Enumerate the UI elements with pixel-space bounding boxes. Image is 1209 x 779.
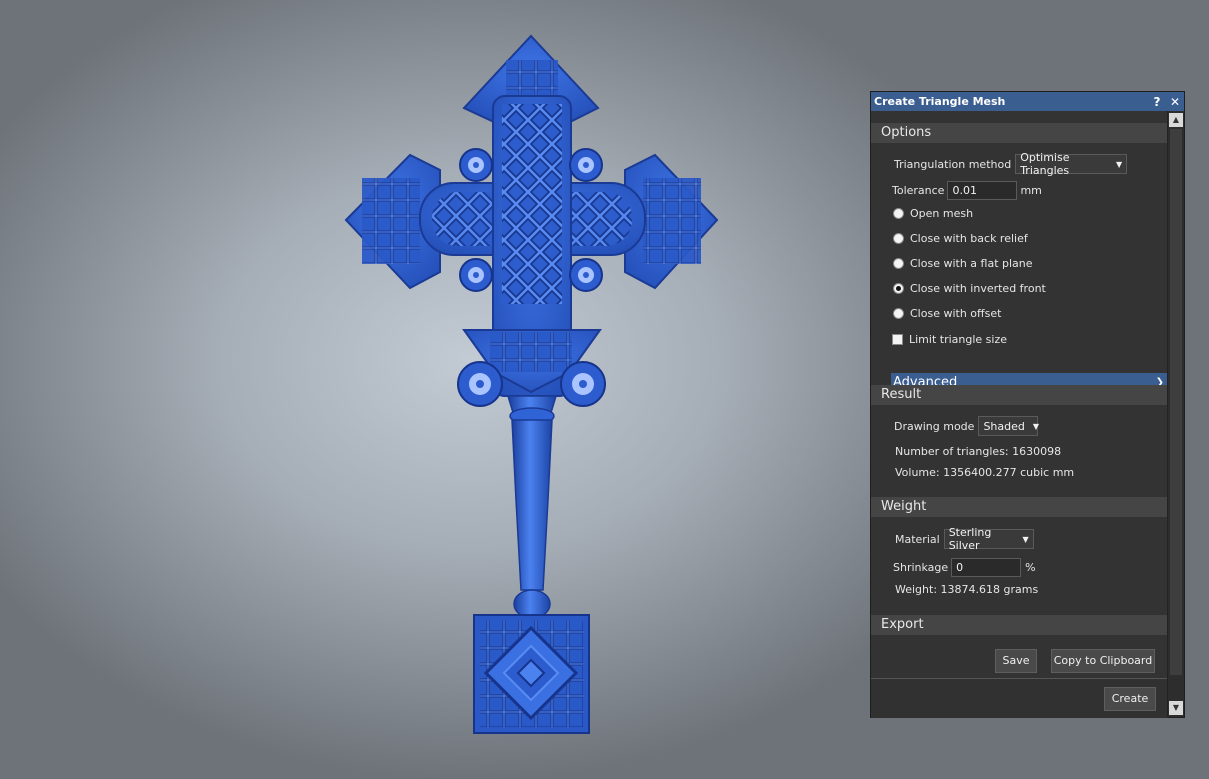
radio-selected-icon[interactable] xyxy=(893,283,904,294)
chevron-down-icon: ▼ xyxy=(1032,421,1040,431)
triangulation-method-dropdown[interactable]: Optimise Triangles ▼ xyxy=(1015,151,1128,177)
scroll-thumb[interactable] xyxy=(1170,129,1182,675)
radio-label: Close with a flat plane xyxy=(910,257,1033,270)
shrinkage-label: Shrinkage xyxy=(893,561,949,574)
triangulation-label: Triangulation method xyxy=(894,157,1012,171)
drawing-mode-value: Shaded xyxy=(983,419,1025,433)
vertical-scrollbar[interactable]: ▲ ▼ xyxy=(1167,111,1184,717)
save-button[interactable]: Save xyxy=(995,649,1037,673)
drawing-mode-row: Drawing mode Shaded ▼ xyxy=(894,416,1040,436)
dialog-titlebar: Create Triangle Mesh ? ✕ xyxy=(871,92,1184,111)
radio-icon[interactable] xyxy=(893,308,904,319)
shrinkage-input[interactable]: 0 xyxy=(951,558,1022,577)
material-value: Sterling Silver xyxy=(948,526,992,552)
drawing-mode-dropdown[interactable]: Shaded ▼ xyxy=(978,416,1040,436)
drawing-mode-label: Drawing mode xyxy=(894,419,975,433)
shrinkage-unit: % xyxy=(1025,561,1036,574)
chevron-down-icon: ▼ xyxy=(1116,159,1123,169)
close-button[interactable]: ✕ xyxy=(1166,95,1184,109)
radio-icon[interactable] xyxy=(893,208,904,219)
export-header[interactable]: Export xyxy=(871,615,1168,635)
volume-readout: Volume: 1356400.277 cubic mm xyxy=(895,466,1075,479)
shrinkage-row: Shrinkage 0 % xyxy=(893,558,1036,577)
material-label: Material xyxy=(895,532,940,546)
dialog-title: Create Triangle Mesh xyxy=(874,95,1006,108)
tolerance-label: Tolerance xyxy=(892,184,945,197)
triangulation-value: Optimise Triangles xyxy=(1020,151,1070,177)
radio-icon[interactable] xyxy=(893,258,904,269)
scroll-up-arrow-icon[interactable]: ▲ xyxy=(1169,113,1183,127)
radio-close-back-relief[interactable]: Close with back relief xyxy=(893,232,1028,245)
create-triangle-mesh-dialog: Create Triangle Mesh ? ✕ Options Triangu… xyxy=(870,91,1185,718)
radio-close-offset[interactable]: Close with offset xyxy=(893,307,1001,320)
radio-label: Close with offset xyxy=(910,307,1002,320)
create-button[interactable]: Create xyxy=(1104,687,1156,711)
radio-label: Open mesh xyxy=(910,207,974,220)
dialog-content: Options Triangulation method Optimise Tr… xyxy=(871,111,1168,678)
weight-readout: Weight: 13874.618 grams xyxy=(895,583,1039,596)
limit-triangle-size-row[interactable]: Limit triangle size xyxy=(892,333,1007,346)
dialog-footer: Create xyxy=(871,678,1168,718)
radio-icon[interactable] xyxy=(893,233,904,244)
chevron-down-icon: ▼ xyxy=(1022,534,1029,544)
weight-header[interactable]: Weight xyxy=(871,497,1168,517)
triangle-count: Number of triangles: 1630098 xyxy=(895,445,1062,458)
result-header[interactable]: Result xyxy=(871,385,1168,405)
material-dropdown[interactable]: Sterling Silver ▼ xyxy=(943,526,1034,552)
options-header[interactable]: Options xyxy=(871,123,1168,143)
tolerance-unit: mm xyxy=(1020,184,1042,197)
radio-close-inverted-front[interactable]: Close with inverted front xyxy=(893,282,1046,295)
copy-to-clipboard-button[interactable]: Copy to Clipboard xyxy=(1051,649,1155,673)
tolerance-row: Tolerance 0.01 mm xyxy=(892,181,1042,200)
help-button[interactable]: ? xyxy=(1148,95,1166,109)
scroll-down-arrow-icon[interactable]: ▼ xyxy=(1169,701,1183,715)
triangulation-row: Triangulation method Optimise Triangles … xyxy=(894,151,1128,177)
material-row: Material Sterling Silver ▼ xyxy=(895,526,1034,552)
tolerance-input[interactable]: 0.01 xyxy=(947,181,1018,200)
limit-triangle-size-checkbox[interactable] xyxy=(892,334,903,345)
radio-label: Close with inverted front xyxy=(910,282,1046,295)
radio-label: Close with back relief xyxy=(910,232,1028,245)
limit-triangle-size-label: Limit triangle size xyxy=(909,333,1008,346)
radio-open-mesh[interactable]: Open mesh xyxy=(893,207,973,220)
radio-close-flat-plane[interactable]: Close with a flat plane xyxy=(893,257,1033,270)
